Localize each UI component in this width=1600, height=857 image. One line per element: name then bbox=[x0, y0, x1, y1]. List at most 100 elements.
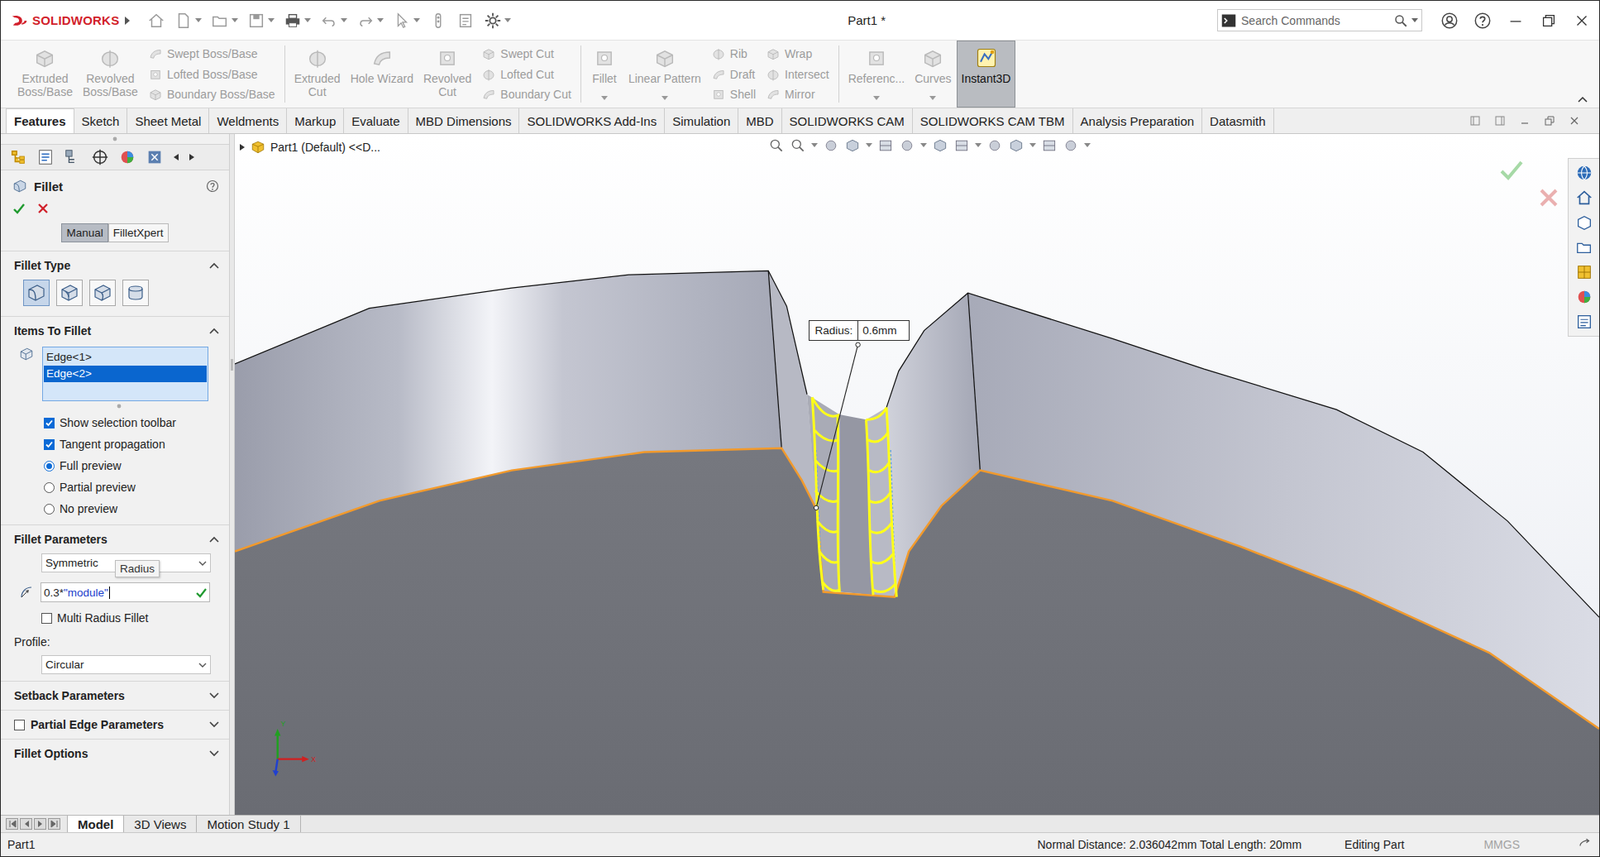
magnifier-icon[interactable] bbox=[1393, 13, 1409, 29]
design-library-icon[interactable] bbox=[1575, 213, 1594, 232]
last-tab-icon[interactable] bbox=[50, 819, 59, 828]
ribbon-button[interactable]: RevolvedCut bbox=[418, 40, 477, 108]
feature-manager-icon[interactable] bbox=[9, 148, 28, 167]
tab[interactable]: Markup bbox=[286, 108, 344, 134]
ribbon-menu-arrow[interactable] bbox=[873, 90, 880, 104]
view-palette-icon[interactable] bbox=[1575, 262, 1594, 282]
grip-dot-icon[interactable] bbox=[112, 136, 118, 142]
scroll-left-icon[interactable] bbox=[172, 152, 180, 162]
dropdown-arrow-icon[interactable] bbox=[340, 18, 348, 24]
ribbon-small-button[interactable]: Lofted Boss/Base bbox=[148, 64, 276, 85]
ribbon-small-button[interactable]: Wrap bbox=[765, 43, 830, 64]
ribbon-menu-arrow[interactable] bbox=[601, 90, 608, 104]
section-header[interactable]: Partial Edge Parameters bbox=[0, 709, 230, 739]
ribbon-button[interactable]: Linear Pattern bbox=[623, 40, 707, 108]
ribbon-small-button[interactable]: Mirror bbox=[765, 84, 830, 105]
quick-access-button[interactable] bbox=[210, 11, 239, 30]
doc-minimize-icon[interactable] bbox=[1518, 114, 1532, 128]
dropdown-arrow-icon[interactable] bbox=[304, 18, 311, 24]
bottom-tab[interactable]: 3D Views bbox=[124, 815, 197, 832]
ribbon-menu-arrow[interactable] bbox=[929, 90, 937, 104]
checkbox[interactable] bbox=[41, 612, 53, 624]
unit-system[interactable]: MMGS bbox=[1483, 837, 1520, 851]
profile-dropdown[interactable]: Circular bbox=[41, 654, 211, 674]
ribbon-menu-arrow[interactable] bbox=[661, 90, 669, 104]
radius-input[interactable]: 0.3*"module" bbox=[40, 582, 211, 602]
dropdown-arrow-icon[interactable] bbox=[195, 18, 202, 24]
tab[interactable]: Datasmith bbox=[1202, 108, 1275, 134]
ribbon-small-button[interactable]: Shell bbox=[711, 84, 756, 105]
radio-button[interactable] bbox=[43, 460, 55, 472]
tab[interactable]: Analysis Preparation bbox=[1073, 108, 1204, 134]
dropdown-arrow-icon[interactable] bbox=[929, 95, 937, 101]
ribbon-button[interactable]: Referenc... bbox=[843, 40, 910, 108]
panel-grip[interactable] bbox=[0, 133, 230, 144]
tab[interactable]: SOLIDWORKS CAM TBM bbox=[912, 108, 1074, 134]
mode-button[interactable]: FilletXpert bbox=[108, 223, 169, 243]
scroll-right-icon[interactable] bbox=[188, 152, 196, 162]
dropdown-arrow-icon[interactable] bbox=[661, 95, 669, 101]
previous-view-icon[interactable] bbox=[822, 137, 840, 154]
collapse-chevron-icon[interactable] bbox=[209, 535, 220, 543]
display-style-icon[interactable] bbox=[931, 137, 949, 154]
app-logo[interactable]: SOLIDWORKS bbox=[10, 13, 120, 29]
tab[interactable]: MBD bbox=[738, 108, 782, 134]
tab[interactable]: Features bbox=[5, 108, 75, 134]
file-properties-icon[interactable] bbox=[456, 11, 475, 30]
dropdown-arrow-icon[interactable] bbox=[413, 18, 421, 24]
dropdown-arrow-icon[interactable] bbox=[267, 18, 275, 24]
section-header[interactable]: Items To Fillet bbox=[0, 315, 230, 342]
ribbon-button[interactable]: ExtrudedCut bbox=[289, 40, 346, 108]
cancel-x-icon[interactable] bbox=[1537, 186, 1560, 209]
dropdown-arrow-icon[interactable] bbox=[601, 95, 608, 101]
tab[interactable]: Weldments bbox=[209, 108, 287, 134]
property-manager-icon[interactable] bbox=[36, 148, 55, 167]
dropdown-arrow-icon[interactable] bbox=[811, 143, 818, 149]
bottom-tab[interactable]: Model bbox=[66, 815, 125, 832]
section-checkbox[interactable] bbox=[14, 719, 25, 731]
preview-option[interactable]: Full preview bbox=[0, 454, 230, 477]
dropdown-arrow-icon[interactable] bbox=[865, 143, 873, 149]
help-icon[interactable] bbox=[1473, 11, 1492, 30]
open-folder-icon[interactable] bbox=[210, 11, 230, 30]
dropdown-arrow-icon[interactable] bbox=[231, 18, 239, 24]
tab-scroll-button[interactable] bbox=[5, 817, 19, 830]
customize-status-icon[interactable] bbox=[1577, 836, 1593, 852]
section-header[interactable]: Fillet Type bbox=[0, 250, 230, 277]
mode-button[interactable]: Manual bbox=[61, 223, 108, 243]
expand-arrow-icon[interactable] bbox=[238, 143, 246, 152]
zoom-to-fit-icon[interactable] bbox=[768, 137, 785, 154]
multi-radius-option[interactable]: Multi Radius Fillet bbox=[0, 606, 230, 629]
fillet-type-button[interactable] bbox=[122, 279, 149, 306]
grip-dot-icon[interactable] bbox=[116, 403, 122, 409]
dropdown-arrow-icon[interactable] bbox=[920, 143, 927, 149]
collapse-chevron-icon[interactable] bbox=[209, 692, 220, 699]
redo-icon[interactable] bbox=[356, 11, 375, 30]
minimize-icon[interactable] bbox=[1506, 11, 1525, 30]
edge-selection-list[interactable]: Edge<1>Edge<2> bbox=[42, 346, 209, 402]
file-explorer-icon[interactable] bbox=[1575, 238, 1594, 257]
ribbon-collapse-icon[interactable] bbox=[1577, 95, 1588, 103]
confirm-check-icon[interactable] bbox=[195, 586, 207, 598]
confirmation-ok[interactable] bbox=[1499, 157, 1524, 186]
doc-restore-icon[interactable] bbox=[1542, 114, 1557, 128]
collapse-chevron-icon[interactable] bbox=[209, 327, 220, 335]
quick-access-button[interactable] bbox=[356, 11, 384, 30]
tab[interactable]: SOLIDWORKS Add-Ins bbox=[519, 108, 665, 134]
callout-value[interactable]: 0.6mm bbox=[858, 320, 908, 340]
dropdown-arrow-icon[interactable] bbox=[1411, 18, 1419, 24]
confirmation-cancel[interactable] bbox=[1537, 186, 1560, 211]
dropdown-chevron-icon[interactable] bbox=[198, 560, 207, 566]
dropdown-arrow-icon[interactable] bbox=[377, 18, 384, 24]
hide-show-icon[interactable] bbox=[953, 137, 970, 154]
edge-list-item[interactable]: Edge<1> bbox=[43, 348, 207, 366]
dropdown-arrow-icon[interactable] bbox=[1084, 143, 1091, 149]
ribbon-small-button[interactable]: Draft bbox=[711, 64, 756, 85]
ribbon-small-button[interactable]: Swept Boss/Base bbox=[148, 43, 276, 64]
display-pane-icon[interactable] bbox=[1062, 137, 1080, 154]
tab[interactable]: MBD Dimensions bbox=[408, 108, 521, 134]
dynamic-annotation-icon[interactable] bbox=[877, 137, 894, 154]
restore-icon[interactable] bbox=[1539, 11, 1558, 30]
quick-access-button[interactable] bbox=[174, 11, 202, 30]
preview-option[interactable]: Partial preview bbox=[0, 476, 230, 498]
